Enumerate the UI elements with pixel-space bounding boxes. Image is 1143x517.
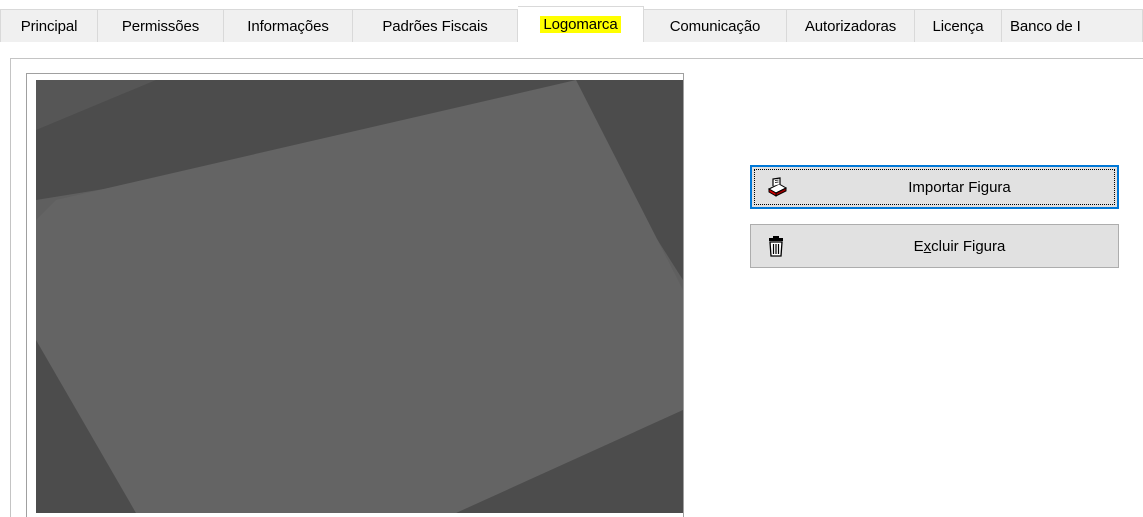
tab-label: Padrões Fiscais	[382, 17, 488, 35]
tab-principal[interactable]: Principal	[0, 9, 98, 42]
import-image-button[interactable]: Importar Figura	[750, 165, 1119, 209]
tab-banco-de-dados[interactable]: Banco de I	[1002, 9, 1143, 42]
window: Principal Permissões Informações Padrões…	[0, 0, 1143, 517]
tab-strip: Principal Permissões Informações Padrões…	[0, 6, 1143, 42]
tab-label: Informações	[247, 17, 329, 35]
delete-label-part: E	[913, 237, 924, 255]
tab-label: Banco de I	[1010, 17, 1081, 35]
import-image-label: Importar Figura	[908, 178, 1011, 196]
tab-comunicacao[interactable]: Comunicação	[644, 9, 787, 42]
tab-label: Autorizadoras	[804, 17, 897, 35]
delete-image-label: Excluir Figura	[801, 238, 1118, 255]
tab-licenca[interactable]: Licença	[915, 9, 1002, 42]
tab-label: Licença	[932, 17, 984, 35]
logo-image[interactable]	[36, 80, 683, 513]
delete-image-button[interactable]: Excluir Figura	[750, 224, 1119, 268]
empty-image-placeholder-icon	[36, 80, 683, 513]
tab-label: Comunicação	[669, 17, 761, 35]
delete-label-part: cluir Figura	[931, 237, 1006, 255]
tab-label-active: Logomarca	[540, 16, 621, 33]
trash-icon	[769, 236, 783, 257]
printer-icon	[767, 177, 788, 197]
tab-padroes-fiscais[interactable]: Padrões Fiscais	[353, 9, 518, 42]
tab-informacoes[interactable]: Informações	[224, 9, 353, 42]
tab-label: Permissões	[121, 17, 200, 35]
tab-permissoes[interactable]: Permissões	[98, 9, 224, 42]
tab-logomarca[interactable]: Logomarca	[518, 6, 644, 42]
tab-label: Principal	[20, 17, 78, 35]
tab-autorizadoras[interactable]: Autorizadoras	[787, 9, 915, 42]
